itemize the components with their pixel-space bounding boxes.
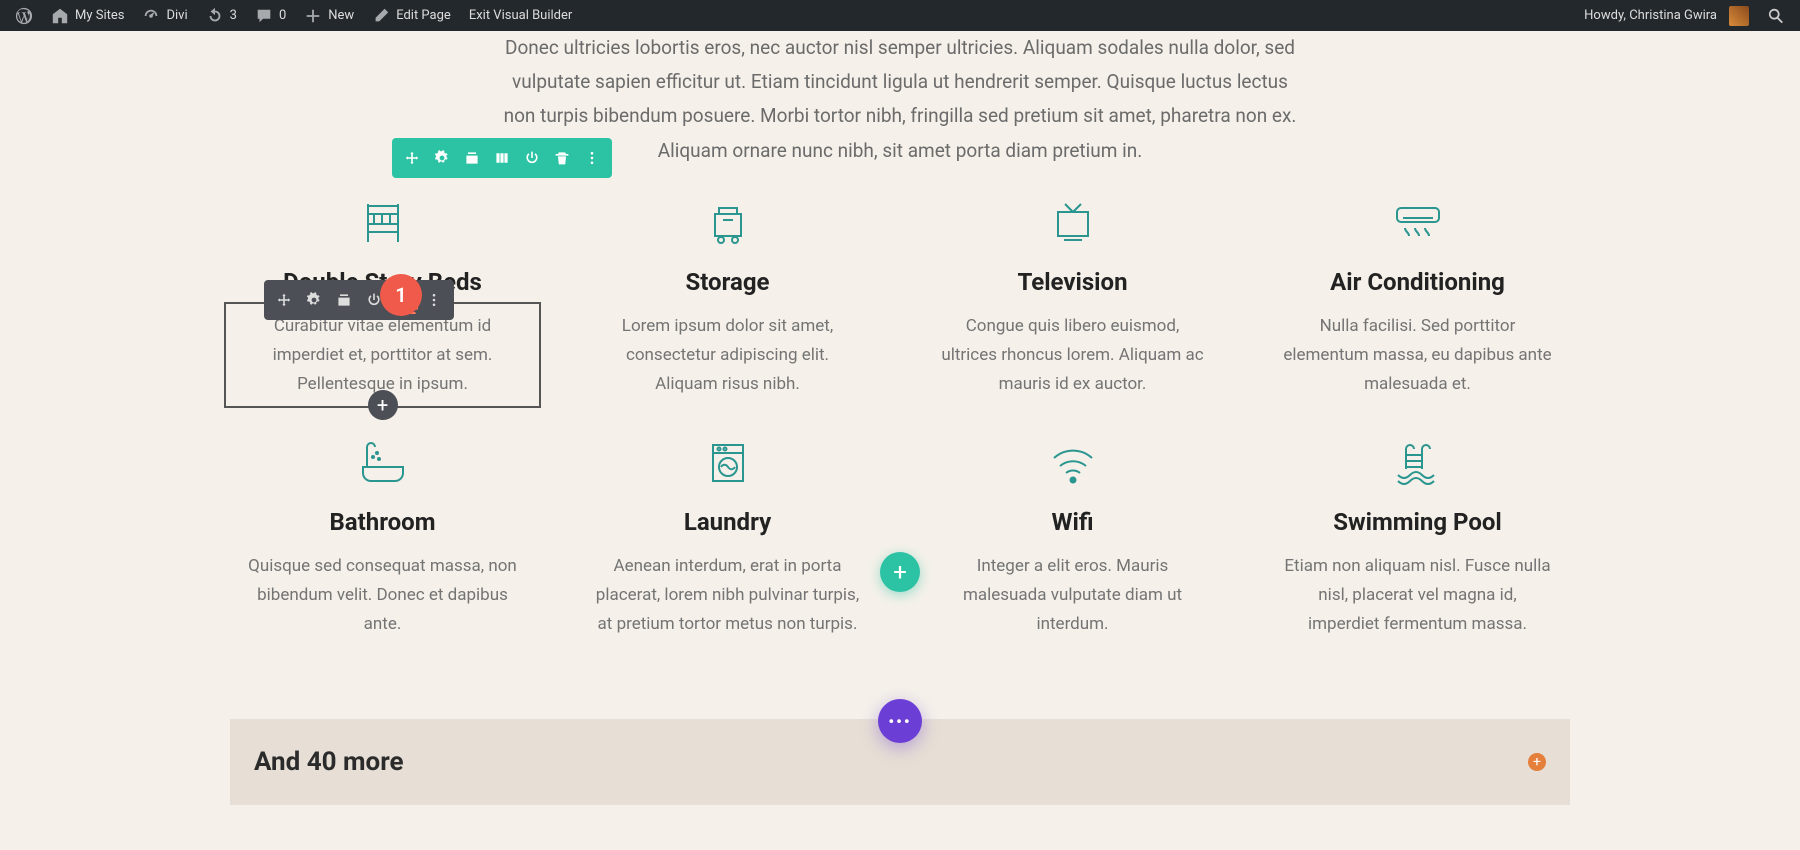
section-settings-fab[interactable]: •••: [878, 699, 922, 743]
more-heading: And 40 more: [254, 747, 404, 777]
step-badge: 1: [380, 274, 422, 316]
feature-title: Television: [920, 268, 1225, 296]
site-name-link[interactable]: Divi: [133, 0, 196, 31]
module-toolbar: [264, 280, 454, 320]
feature-text: Aenean interdum, erat in porta placerat,…: [575, 552, 880, 639]
new-label: New: [328, 8, 354, 23]
feature-text: Lorem ipsum dolor sit amet, consectetur …: [575, 312, 880, 399]
features-section: Double Story Beds 1 Curabitur vitae elem…: [230, 178, 1570, 679]
row-columns-button[interactable]: [488, 144, 516, 172]
row-duplicate-button[interactable]: [458, 144, 486, 172]
feature-text: Quisque sed consequat massa, non bibendu…: [230, 552, 535, 639]
feature-text: Nulla facilisi. Sed porttitor elementum …: [1265, 312, 1570, 399]
updates-link[interactable]: 3: [197, 0, 246, 31]
row-power-button[interactable]: [518, 144, 546, 172]
pool-icon: [1265, 438, 1570, 488]
module-duplicate-button[interactable]: [330, 286, 358, 314]
ac-icon: [1265, 198, 1570, 248]
admin-bar-left: My Sites Divi 3 0 New Edit Page Exit Vis…: [6, 0, 581, 31]
row-toolbar: [392, 138, 612, 178]
exit-vb-label: Exit Visual Builder: [469, 8, 572, 23]
row-more-button[interactable]: [578, 144, 606, 172]
storage-icon: [575, 198, 880, 248]
feature-title: Storage: [575, 268, 880, 296]
search-icon: [1767, 7, 1785, 25]
bathtub-icon: [230, 438, 535, 488]
updates-count: 3: [230, 8, 237, 23]
admin-bar-right: Howdy, Christina Gwira: [1575, 0, 1794, 31]
add-module-button[interactable]: +: [368, 390, 398, 420]
feature-air-conditioning[interactable]: Air Conditioning Nulla facilisi. Sed por…: [1265, 198, 1570, 399]
pencil-icon: [372, 7, 390, 25]
new-link[interactable]: New: [295, 0, 363, 31]
module-move-button[interactable]: [270, 286, 298, 314]
refresh-icon: [206, 7, 224, 25]
tv-icon: [920, 198, 1225, 248]
howdy-link[interactable]: Howdy, Christina Gwira: [1575, 0, 1758, 31]
my-sites-label: My Sites: [75, 8, 124, 23]
bunk-bed-icon: [230, 198, 535, 248]
gauge-icon: [142, 7, 160, 25]
feature-title: Air Conditioning: [1265, 268, 1570, 296]
edit-page-label: Edit Page: [396, 8, 451, 23]
feature-title: Bathroom: [230, 508, 535, 536]
feature-text: Congue quis libero euismod, ultrices rho…: [920, 312, 1225, 399]
comments-count: 0: [279, 8, 286, 23]
comment-icon: [255, 7, 273, 25]
feature-text: Integer a elit eros. Mauris malesuada vu…: [920, 552, 1225, 639]
avatar: [1729, 6, 1749, 26]
howdy-label: Howdy, Christina Gwira: [1584, 8, 1717, 23]
feature-wifi[interactable]: Wifi Integer a elit eros. Mauris malesua…: [920, 438, 1225, 639]
features-grid: Double Story Beds 1 Curabitur vitae elem…: [230, 198, 1570, 679]
toggle-accordion-button[interactable]: +: [1528, 753, 1546, 771]
wordpress-icon: [15, 7, 33, 25]
washer-icon: [575, 438, 880, 488]
exit-vb-link[interactable]: Exit Visual Builder: [460, 0, 581, 31]
feature-storage[interactable]: Storage Lorem ipsum dolor sit amet, cons…: [575, 198, 880, 399]
page-content: Donec ultricies lobortis eros, nec aucto…: [0, 31, 1800, 845]
edit-page-link[interactable]: Edit Page: [363, 0, 460, 31]
row-move-button[interactable]: [398, 144, 426, 172]
module-more-button[interactable]: [420, 286, 448, 314]
house-icon: [51, 7, 69, 25]
wifi-icon: [920, 438, 1225, 488]
add-row-button[interactable]: +: [880, 552, 920, 592]
row-delete-button[interactable]: [548, 144, 576, 172]
feature-laundry[interactable]: Laundry Aenean interdum, erat in porta p…: [575, 438, 880, 639]
plus-icon: [304, 7, 322, 25]
feature-swimming-pool[interactable]: Swimming Pool Etiam non aliquam nisl. Fu…: [1265, 438, 1570, 639]
more-section[interactable]: ••• And 40 more +: [230, 719, 1570, 805]
row-settings-button[interactable]: [428, 144, 456, 172]
comments-link[interactable]: 0: [246, 0, 295, 31]
feature-bathroom[interactable]: Bathroom Quisque sed consequat massa, no…: [230, 438, 535, 639]
feature-title: Laundry: [575, 508, 880, 536]
module-settings-button[interactable]: [300, 286, 328, 314]
feature-double-story-beds[interactable]: Double Story Beds 1 Curabitur vitae elem…: [230, 198, 535, 399]
selected-text-module[interactable]: 1 Curabitur vitae elementum id imperdiet…: [230, 312, 535, 399]
feature-title: Swimming Pool: [1265, 508, 1570, 536]
my-sites-link[interactable]: My Sites: [42, 0, 133, 31]
admin-search[interactable]: [1758, 0, 1794, 31]
feature-title: Wifi: [920, 508, 1225, 536]
wp-logo[interactable]: [6, 0, 42, 31]
feature-television[interactable]: Television Congue quis libero euismod, u…: [920, 198, 1225, 399]
site-name-label: Divi: [166, 8, 187, 23]
dots-icon: •••: [888, 712, 911, 731]
wp-admin-bar: My Sites Divi 3 0 New Edit Page Exit Vis…: [0, 0, 1800, 31]
feature-text: Etiam non aliquam nisl. Fusce nulla nisl…: [1265, 552, 1570, 639]
